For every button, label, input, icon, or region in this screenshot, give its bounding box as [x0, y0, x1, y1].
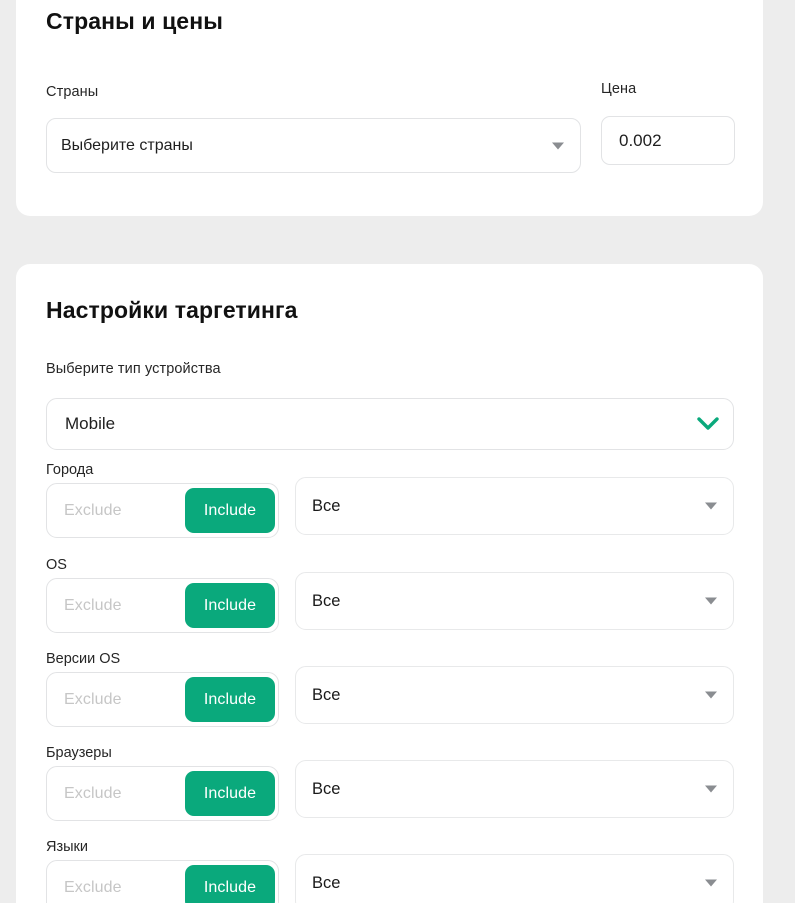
cities-select-value: Все: [312, 496, 341, 515]
include-option[interactable]: Include: [185, 865, 275, 903]
include-option[interactable]: Include: [185, 677, 275, 722]
countries-and-prices-card: Страны и цены: [16, 0, 763, 216]
row-label: Версии OS: [46, 651, 121, 667]
exclude-option[interactable]: Exclude: [64, 785, 122, 803]
browsers-select-value: Все: [312, 779, 341, 798]
countries-field-label: Страны: [46, 84, 99, 100]
caret-down-icon: [705, 691, 717, 699]
price-input[interactable]: 0.002: [601, 116, 735, 165]
os-versions-include-exclude-toggle[interactable]: Exclude Include: [46, 672, 279, 727]
include-option[interactable]: Include: [185, 583, 275, 628]
countries-select[interactable]: Выберите страны: [46, 118, 581, 173]
countries-select-value: Выберите страны: [61, 136, 193, 154]
exclude-option[interactable]: Exclude: [64, 597, 122, 615]
os-select-value: Все: [312, 591, 341, 610]
languages-select[interactable]: Все: [295, 854, 734, 903]
row-label: OS: [46, 557, 67, 573]
device-type-select[interactable]: Mobile: [46, 398, 734, 450]
page-root: Страны и цены Страны Выберите страны Цен…: [0, 0, 795, 903]
caret-down-icon: [552, 142, 564, 149]
include-option[interactable]: Include: [185, 771, 275, 816]
browsers-select[interactable]: Все: [295, 760, 734, 818]
price-input-value: 0.002: [619, 130, 662, 150]
cities-include-exclude-toggle[interactable]: Exclude Include: [46, 483, 279, 538]
device-type-value: Mobile: [65, 414, 116, 433]
cities-select[interactable]: Все: [295, 477, 734, 535]
browsers-include-exclude-toggle[interactable]: Exclude Include: [46, 766, 279, 821]
exclude-option[interactable]: Exclude: [64, 691, 122, 709]
os-versions-select[interactable]: Все: [295, 666, 734, 724]
caret-down-icon: [705, 597, 717, 605]
chevron-down-icon: [697, 417, 719, 431]
caret-down-icon: [705, 879, 717, 887]
exclude-option[interactable]: Exclude: [64, 502, 122, 520]
caret-down-icon: [705, 502, 717, 510]
os-select[interactable]: Все: [295, 572, 734, 630]
exclude-option[interactable]: Exclude: [64, 879, 122, 897]
price-field-label: Цена: [601, 81, 637, 97]
row-label: Языки: [46, 839, 88, 855]
device-type-label: Выберите тип устройства: [46, 361, 221, 377]
include-option[interactable]: Include: [185, 488, 275, 533]
languages-select-value: Все: [312, 873, 341, 892]
page-title: Страны и цены: [46, 8, 223, 34]
caret-down-icon: [705, 785, 717, 793]
languages-include-exclude-toggle[interactable]: Exclude Include: [46, 860, 279, 903]
os-versions-select-value: Все: [312, 685, 341, 704]
targeting-title: Настройки таргетинга: [46, 297, 298, 323]
row-label: Города: [46, 462, 94, 478]
row-label: Браузеры: [46, 745, 112, 761]
os-include-exclude-toggle[interactable]: Exclude Include: [46, 578, 279, 633]
